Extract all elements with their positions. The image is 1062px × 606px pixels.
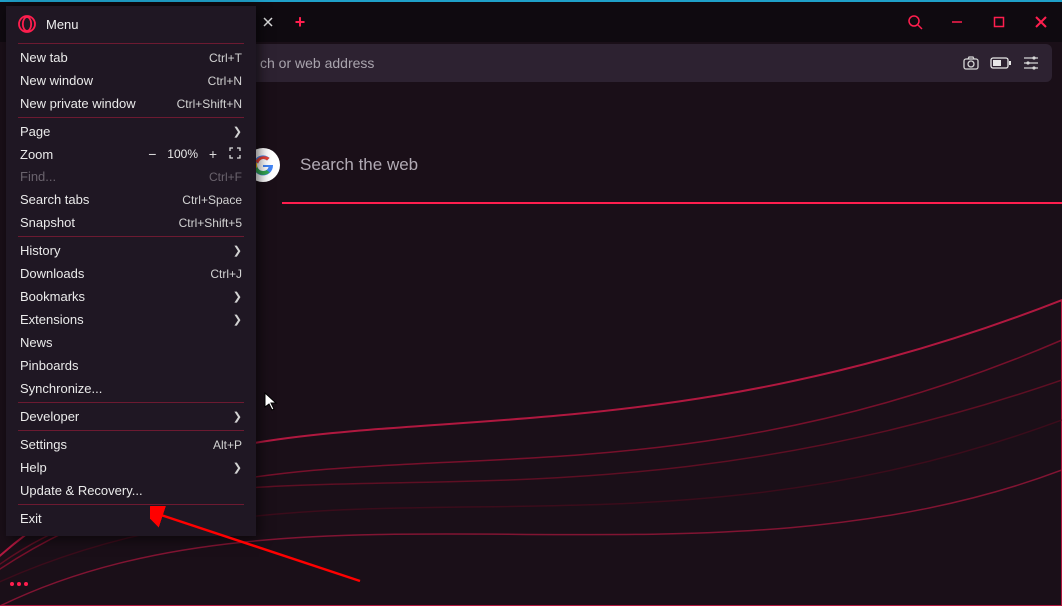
menu-item-label: Synchronize... (20, 381, 242, 396)
search-in-tabs-button[interactable] (894, 2, 936, 42)
chevron-right-icon: ❯ (233, 290, 242, 303)
chevron-right-icon: ❯ (233, 410, 242, 423)
menu-separator (18, 504, 244, 505)
chevron-right-icon: ❯ (233, 125, 242, 138)
maximize-button[interactable] (978, 2, 1020, 42)
menu-item-synchronize[interactable]: Synchronize... (6, 377, 256, 400)
menu-item-find: Find... Ctrl+F (6, 165, 256, 188)
menu-item-label: History (20, 243, 227, 258)
menu-item-label: Update & Recovery... (20, 483, 242, 498)
chevron-right-icon: ❯ (233, 244, 242, 257)
menu-item-bookmarks[interactable]: Bookmarks ❯ (6, 285, 256, 308)
menu-item-history[interactable]: History ❯ (6, 239, 256, 262)
menu-item-news[interactable]: News (6, 331, 256, 354)
menu-title: Menu (46, 17, 79, 32)
menu-separator (18, 117, 244, 118)
menu-item-label: Settings (20, 437, 213, 452)
zoom-value: 100% (167, 147, 198, 161)
menu-item-shortcut: Ctrl+T (209, 51, 242, 65)
menu-separator (18, 402, 244, 403)
new-tab-button[interactable]: + (288, 10, 312, 34)
menu-item-update-recovery[interactable]: Update & Recovery... (6, 479, 256, 502)
menu-item-shortcut: Ctrl+F (209, 170, 242, 184)
menu-item-settings[interactable]: Settings Alt+P (6, 433, 256, 456)
window-controls (894, 2, 1062, 42)
menu-item-help[interactable]: Help ❯ (6, 456, 256, 479)
battery-saver-icon[interactable] (986, 48, 1016, 78)
annotation-arrow (150, 506, 370, 586)
menu-item-label: New tab (20, 50, 209, 65)
window-close-button[interactable] (1020, 2, 1062, 42)
menu-item-label: Bookmarks (20, 289, 227, 304)
mouse-cursor-icon (264, 392, 280, 412)
tab-strip: + (256, 10, 312, 34)
tab-close-button[interactable] (256, 10, 280, 34)
menu-item-page[interactable]: Page ❯ (6, 120, 256, 143)
menu-item-label: Snapshot (20, 215, 179, 230)
chevron-right-icon: ❯ (233, 313, 242, 326)
menu-item-new-private-window[interactable]: New private window Ctrl+Shift+N (6, 92, 256, 115)
menu-item-label: Developer (20, 409, 227, 424)
menu-separator (18, 430, 244, 431)
zoom-in-button[interactable]: + (206, 146, 220, 162)
menu-item-label: New window (20, 73, 208, 88)
opera-logo-icon (18, 15, 36, 33)
menu-item-new-tab[interactable]: New tab Ctrl+T (6, 46, 256, 69)
menu-item-zoom: Zoom − 100% + (6, 143, 256, 165)
menu-item-shortcut: Ctrl+J (210, 267, 242, 281)
easy-setup-icon[interactable] (1016, 48, 1046, 78)
menu-item-snapshot[interactable]: Snapshot Ctrl+Shift+5 (6, 211, 256, 234)
menu-header: Menu (6, 11, 256, 41)
menu-item-label: Page (20, 124, 227, 139)
menu-item-label: News (20, 335, 242, 350)
menu-item-shortcut: Ctrl+Space (182, 193, 242, 207)
speed-dial-search[interactable]: Search the web (246, 148, 886, 182)
menu-item-downloads[interactable]: Downloads Ctrl+J (6, 262, 256, 285)
zoom-out-button[interactable]: − (145, 146, 159, 162)
menu-item-extensions[interactable]: Extensions ❯ (6, 308, 256, 331)
sidebar-setup-button[interactable] (4, 572, 34, 596)
chevron-right-icon: ❯ (233, 461, 242, 474)
menu-item-label: Zoom (20, 147, 137, 162)
window-top-accent (0, 0, 1062, 2)
menu-item-pinboards[interactable]: Pinboards (6, 354, 256, 377)
menu-item-search-tabs[interactable]: Search tabs Ctrl+Space (6, 188, 256, 211)
menu-item-new-window[interactable]: New window Ctrl+N (6, 69, 256, 92)
snapshot-icon[interactable] (956, 48, 986, 78)
menu-item-label: Extensions (20, 312, 227, 327)
search-placeholder: Search the web (300, 155, 418, 175)
menu-item-shortcut: Alt+P (213, 438, 242, 452)
address-input-fragment[interactable]: ch or web address (260, 55, 956, 71)
menu-item-label: Pinboards (20, 358, 242, 373)
menu-item-label: Help (20, 460, 227, 475)
menu-separator (18, 236, 244, 237)
fullscreen-toggle-icon[interactable] (228, 146, 242, 162)
main-menu: Menu New tab Ctrl+T New window Ctrl+N Ne… (6, 6, 256, 536)
menu-separator (18, 43, 244, 44)
menu-item-shortcut: Ctrl+Shift+N (177, 97, 242, 111)
menu-item-label: New private window (20, 96, 177, 111)
minimize-button[interactable] (936, 2, 978, 42)
menu-item-label: Downloads (20, 266, 210, 281)
search-underline (282, 202, 1062, 204)
menu-item-shortcut: Ctrl+N (208, 74, 242, 88)
menu-item-shortcut: Ctrl+Shift+5 (179, 216, 242, 230)
menu-item-label: Find... (20, 169, 209, 184)
menu-item-label: Search tabs (20, 192, 182, 207)
menu-item-developer[interactable]: Developer ❯ (6, 405, 256, 428)
